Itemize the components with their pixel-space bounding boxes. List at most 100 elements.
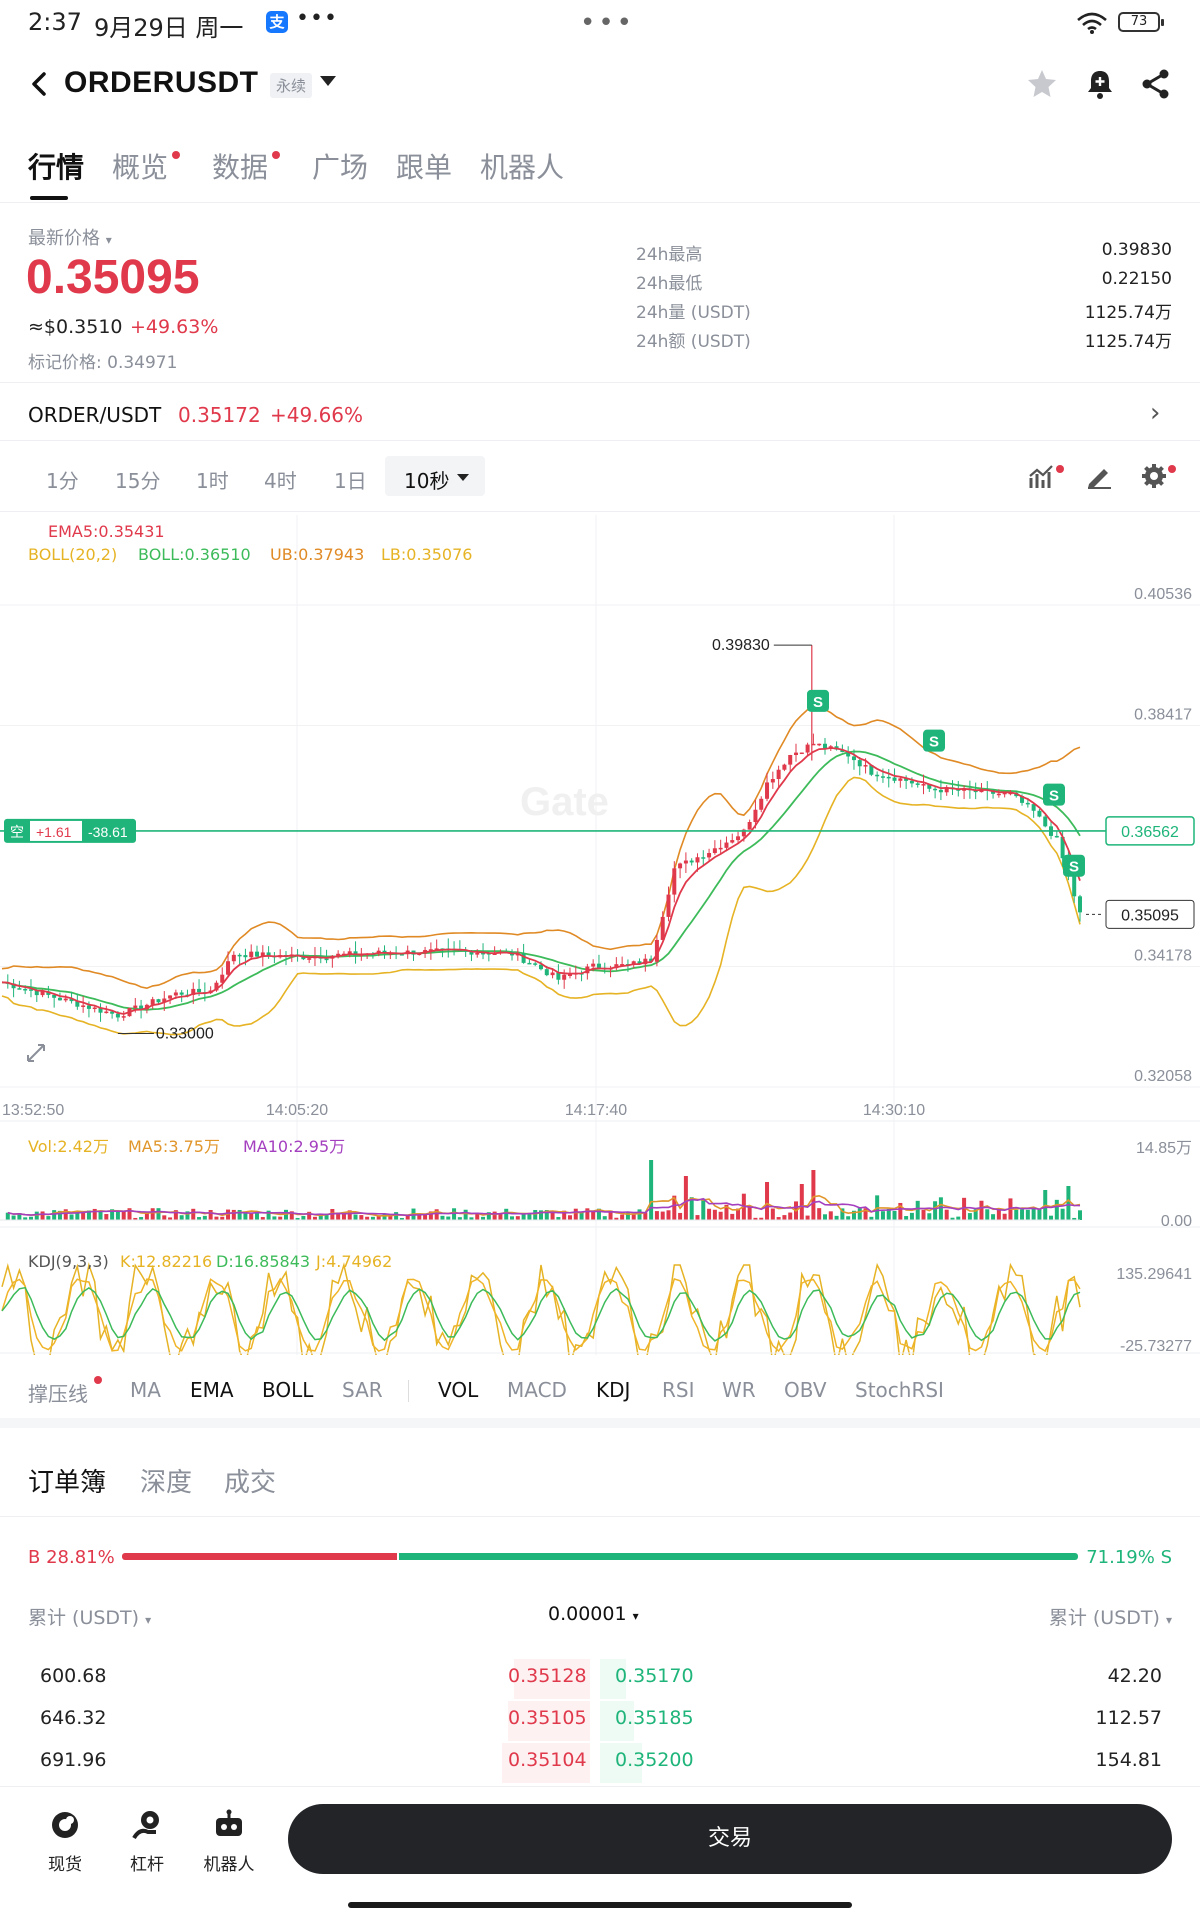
volume-bar	[81, 1212, 86, 1220]
ema-legend: EMA5:0.35431	[48, 522, 165, 541]
indicator-ema[interactable]: EMA	[190, 1378, 234, 1402]
indicator-boll[interactable]: BOLL	[262, 1378, 313, 1402]
volume-bar	[1002, 1213, 1007, 1220]
x-tick-label: 13:52:50	[2, 1102, 64, 1119]
indicator-chart-icon[interactable]	[1028, 462, 1058, 490]
candle-body	[1037, 810, 1042, 817]
tab-square[interactable]: 广场	[312, 146, 368, 186]
kline-chart[interactable]: 0.40536 0.38417 0.34178 0.32058 13:52:50 14:0…	[0, 515, 1200, 1355]
expand-chart-icon[interactable]	[27, 1044, 45, 1062]
ask-total-header[interactable]: 累计 (USDT) ▾	[1049, 1603, 1172, 1630]
stat-high-value: 0.39830	[1101, 240, 1172, 260]
indicator-kdj[interactable]: KDJ	[596, 1378, 630, 1402]
symbol-dropdown-icon[interactable]	[320, 76, 336, 86]
candle-body	[788, 755, 793, 765]
candle-body	[799, 752, 804, 755]
volume-bar	[811, 1170, 816, 1220]
kdj-d-line	[1, 1286, 1081, 1342]
tab-orderbook[interactable]: 订单簿	[28, 1462, 106, 1499]
multitask-dots-icon[interactable]: •••	[580, 8, 635, 38]
indicator-sar[interactable]: SAR	[342, 1378, 383, 1402]
tab-trades[interactable]: 成交	[224, 1462, 276, 1499]
tab-depth[interactable]: 深度	[140, 1462, 192, 1499]
indicator-wr[interactable]: WR	[722, 1378, 756, 1402]
candle-body	[475, 952, 480, 955]
volume-bar	[353, 1214, 358, 1220]
volume-bar	[515, 1216, 520, 1220]
spot-pair: ORDER/USDT	[28, 403, 162, 427]
contract-type-badge: 永续	[270, 73, 313, 98]
volume-bar	[967, 1213, 972, 1220]
indicator-vol[interactable]: VOL	[438, 1378, 478, 1402]
boll-legend: BOLL(20,2)	[28, 545, 118, 564]
candle-body	[782, 764, 787, 770]
volume-bar	[654, 1211, 659, 1220]
volume-bar	[1060, 1208, 1065, 1220]
indicator-ma[interactable]: MA	[130, 1378, 161, 1402]
tab-bot[interactable]: 机器人	[480, 146, 564, 186]
bell-plus-icon[interactable]	[1082, 66, 1118, 102]
indicator-macd[interactable]: MACD	[507, 1378, 567, 1402]
settings-gear-icon[interactable]	[1140, 462, 1170, 490]
volume-bar	[822, 1214, 827, 1220]
orderbook-row[interactable]	[0, 1743, 1200, 1783]
orderbook-row[interactable]	[0, 1701, 1200, 1741]
volume-bar	[915, 1200, 920, 1220]
trade-button[interactable]: 交易	[288, 1804, 1172, 1874]
indicator-obv[interactable]: OBV	[784, 1378, 827, 1402]
back-icon[interactable]	[26, 66, 54, 102]
interval-1d[interactable]: 1日	[334, 465, 367, 494]
kdj-k-legend: K:12.82216	[120, 1252, 213, 1271]
volume-bar	[620, 1214, 625, 1220]
boll-ub-legend: UB:0.37943	[270, 545, 365, 564]
indicator-support-resistance[interactable]: 撑压线	[28, 1378, 88, 1407]
kdj-legend: KDJ(9,3,3)	[28, 1252, 109, 1271]
interval-1h[interactable]: 1时	[196, 465, 229, 494]
indicator-rsi[interactable]: RSI	[662, 1378, 695, 1402]
candle-body	[237, 954, 242, 957]
nav-bot-label: 机器人	[203, 1855, 255, 1875]
spot-change: +49.66%	[270, 403, 364, 427]
draw-pen-icon[interactable]	[1084, 462, 1114, 490]
candle-body	[249, 951, 254, 958]
interval-1m[interactable]: 1分	[46, 465, 79, 494]
orderbook-row[interactable]	[0, 1659, 1200, 1699]
vol-ma10-legend: MA10:2.95万	[243, 1137, 346, 1156]
volume-bar	[162, 1215, 167, 1220]
candle-body	[17, 988, 22, 990]
volume-bar	[991, 1214, 996, 1220]
buy-ratio-bar	[122, 1553, 397, 1560]
nav-leverage[interactable]: 杠杆	[112, 1808, 182, 1875]
candle-body	[933, 788, 938, 791]
volume-bar	[243, 1213, 248, 1220]
tab-copy-trading[interactable]: 跟单	[396, 146, 452, 186]
chevron-right-icon[interactable]: ›	[1150, 398, 1160, 428]
contract-symbol[interactable]: ORDERUSDT	[64, 66, 259, 100]
candle-body	[817, 743, 822, 746]
interval-4h[interactable]: 4时	[264, 465, 297, 494]
candle-body	[57, 997, 62, 1001]
precision-selector[interactable]: 0.00001 ▾	[548, 1603, 639, 1625]
tab-market[interactable]: 行情	[28, 146, 84, 186]
interval-10s[interactable]: 10秒	[404, 465, 449, 494]
volume-bar	[996, 1209, 1001, 1220]
tab-data[interactable]: 数据	[212, 146, 268, 186]
nav-spot[interactable]: 现货	[30, 1808, 100, 1875]
indicator-sr-dot	[94, 1376, 102, 1384]
home-indicator[interactable]	[348, 1902, 852, 1908]
candle-body	[104, 1011, 109, 1014]
tab-overview[interactable]: 概览	[112, 146, 168, 186]
star-icon[interactable]	[1024, 66, 1060, 102]
last-price-label[interactable]: 最新价格 ▾	[28, 224, 112, 250]
candle-body	[115, 1013, 120, 1018]
volume-bar	[278, 1216, 283, 1220]
candle-body	[596, 963, 601, 968]
nav-bot[interactable]: 机器人	[194, 1808, 264, 1875]
volume-bar	[1066, 1186, 1071, 1220]
volume-bar	[567, 1215, 572, 1220]
share-icon[interactable]	[1138, 66, 1174, 102]
interval-15m[interactable]: 15分	[115, 465, 160, 494]
indicator-stochrsi[interactable]: StochRSI	[855, 1378, 944, 1402]
bid-total-header[interactable]: 累计 (USDT) ▾	[28, 1603, 151, 1630]
candle-body	[712, 848, 717, 854]
